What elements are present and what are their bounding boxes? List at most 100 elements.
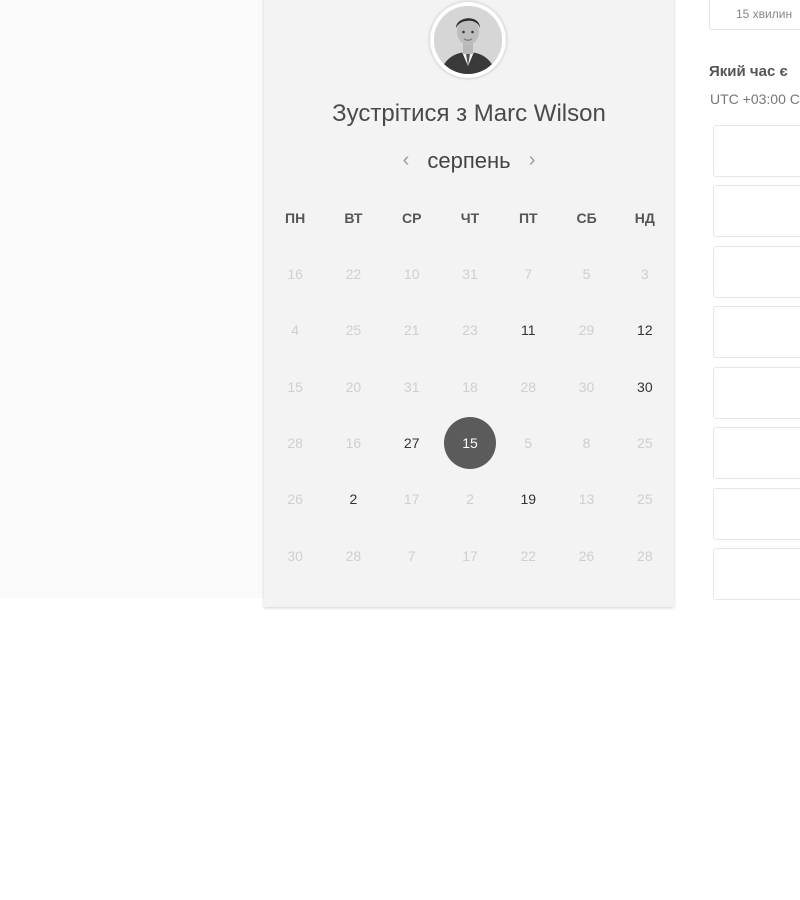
calendar-day: 8 bbox=[557, 415, 615, 471]
calendar-day-number: 5 bbox=[582, 266, 591, 283]
calendar-day-number: 28 bbox=[637, 547, 653, 564]
calendar-day-number: 29 bbox=[578, 322, 595, 339]
calendar-day: 5 bbox=[499, 415, 557, 471]
timezone-selector[interactable]: UTC +03:00 С bbox=[710, 91, 800, 107]
time-slot-button[interactable] bbox=[713, 185, 800, 237]
calendar-day-number: 22 bbox=[520, 547, 537, 564]
calendar-day-number: 31 bbox=[462, 266, 478, 283]
calendar-day: 25 bbox=[324, 302, 382, 358]
calendar-day: 17 bbox=[441, 527, 499, 583]
calendar-day: 2 bbox=[441, 471, 499, 527]
calendar-day-number: 22 bbox=[345, 266, 362, 283]
calendar-day-number: 7 bbox=[407, 547, 416, 564]
duration-label: 15 хвилин bbox=[736, 7, 793, 21]
weekday-label: ПТ bbox=[518, 210, 538, 226]
calendar-day: 28 bbox=[616, 527, 674, 583]
calendar-day: 22 bbox=[324, 246, 382, 302]
time-slot-button[interactable] bbox=[713, 306, 800, 358]
calendar-day: 25 bbox=[616, 471, 674, 527]
calendar-day-number: 2 bbox=[466, 491, 474, 508]
calendar-day-number: 28 bbox=[520, 378, 537, 395]
calendar-day: 7 bbox=[383, 527, 441, 583]
calendar-day-number: 10 bbox=[403, 266, 420, 283]
calendar-day[interactable]: 11 bbox=[499, 302, 557, 358]
calendar-day-number: 2 bbox=[349, 491, 358, 508]
calendar-day-number: 26 bbox=[287, 491, 303, 508]
duration-badge: 15 хвилин bbox=[709, 0, 800, 30]
calendar-day-number: 30 bbox=[637, 378, 653, 395]
calendar-week-row: 15 20 31 18 28 30 30 bbox=[266, 359, 674, 415]
page-title: Зустрітися з Marc Wilson bbox=[332, 100, 606, 127]
calendar-day: 28 bbox=[324, 527, 382, 583]
calendar-day: 25 bbox=[616, 415, 674, 471]
calendar-day: 31 bbox=[441, 246, 499, 302]
calendar-day-number: 11 bbox=[520, 322, 536, 339]
calendar-week-row: 26 2 17 2 19 13 25 bbox=[266, 471, 674, 527]
calendar-day-number: 19 bbox=[520, 491, 537, 508]
weekday-label: СР bbox=[401, 210, 422, 226]
time-slot-button[interactable] bbox=[713, 427, 800, 479]
host-photo bbox=[434, 6, 502, 74]
calendar-day: 22 bbox=[499, 527, 557, 583]
calendar-day-number: 20 bbox=[345, 378, 362, 395]
calendar-day-number: 12 bbox=[637, 322, 653, 339]
prev-month-icon[interactable]: ‹ bbox=[403, 149, 410, 172]
calendar-day-number: 7 bbox=[524, 266, 533, 283]
time-slot-button[interactable] bbox=[713, 548, 800, 600]
weekday-label: СБ bbox=[576, 210, 597, 226]
calendar-day-number: 21 bbox=[403, 322, 420, 339]
avatar bbox=[430, 2, 506, 78]
calendar-day-number: 25 bbox=[637, 491, 653, 508]
timezone-question: Який час є bbox=[709, 63, 788, 80]
calendar-day[interactable]: 19 bbox=[499, 471, 557, 527]
calendar-day-number: 17 bbox=[462, 547, 478, 564]
time-slots-panel: 15 хвилин Який час є UTC +03:00 С bbox=[708, 0, 800, 600]
calendar-day: 31 bbox=[383, 359, 441, 415]
calendar-day-number: 23 bbox=[462, 322, 478, 339]
calendar-day: 21 bbox=[383, 302, 441, 358]
calendar-day-number: 4 bbox=[291, 322, 300, 339]
calendar-day: 26 bbox=[557, 527, 615, 583]
calendar-day: 18 bbox=[441, 359, 499, 415]
time-slot-button[interactable] bbox=[713, 125, 800, 177]
next-month-icon[interactable]: › bbox=[529, 149, 536, 172]
calendar-day-number: 18 bbox=[462, 378, 478, 395]
calendar-day-number: 28 bbox=[345, 547, 362, 564]
calendar-week-row: 16 22 10 31 7 5 3 bbox=[266, 246, 674, 302]
calendar-day: 17 bbox=[383, 471, 441, 527]
calendar-day: 30 bbox=[266, 527, 324, 583]
calendar-day-number: 16 bbox=[345, 435, 362, 452]
calendar-day-number: 3 bbox=[640, 266, 649, 283]
calendar-day: 5 bbox=[557, 246, 615, 302]
calendar-day-number: 27 bbox=[403, 435, 420, 452]
time-slot-button[interactable] bbox=[713, 367, 800, 419]
weekday-label: ВТ bbox=[344, 210, 363, 226]
calendar-week-row: 30 28 7 17 22 26 28 bbox=[266, 527, 674, 583]
time-slot-button[interactable] bbox=[713, 246, 800, 298]
weekday-label: ЧТ bbox=[460, 210, 480, 226]
calendar-day[interactable]: 2 bbox=[324, 471, 382, 527]
calendar-day-number: 15 bbox=[287, 378, 303, 395]
calendar-day-number: 25 bbox=[345, 322, 362, 339]
weekday-label: НД bbox=[634, 210, 655, 226]
calendar-day: 3 bbox=[616, 246, 674, 302]
calendar-day[interactable]: 12 bbox=[616, 302, 674, 358]
time-slot-button[interactable] bbox=[713, 488, 800, 540]
calendar-day[interactable]: 30 bbox=[616, 359, 674, 415]
calendar-day: 15 bbox=[266, 359, 324, 415]
calendar-day-selected[interactable]: 15 bbox=[441, 415, 499, 471]
calendar-day: 4 bbox=[266, 302, 324, 358]
calendar-day[interactable]: 27 bbox=[383, 415, 441, 471]
calendar-day-number: 30 bbox=[287, 547, 303, 564]
calendar-day: 30 bbox=[557, 359, 615, 415]
calendar-week-row: 4 25 21 23 11 29 12 bbox=[266, 302, 674, 358]
calendar-day-number: 31 bbox=[403, 378, 420, 395]
calendar-day-number: 30 bbox=[578, 378, 595, 395]
calendar-day-number: 16 bbox=[287, 266, 303, 283]
left-background bbox=[0, 0, 264, 598]
month-navigation: ‹ серпень › bbox=[264, 148, 674, 174]
weekday-header: ПН ВТ СР ЧТ ПТ СБ НД bbox=[266, 210, 674, 226]
calendar-day-number: 13 bbox=[578, 491, 595, 508]
calendar-day: 26 bbox=[266, 471, 324, 527]
weekday-label: ПН bbox=[285, 210, 306, 226]
